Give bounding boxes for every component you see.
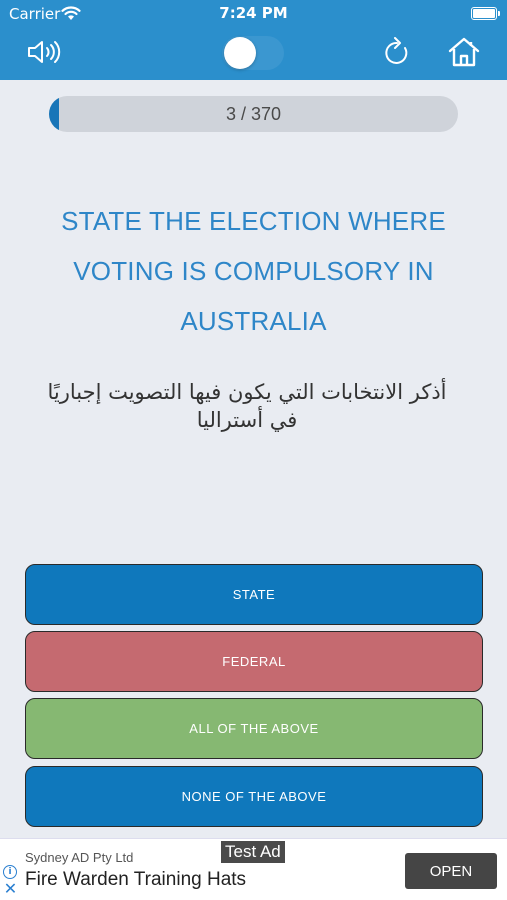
status-bar: Carrier 7:24 PM [0,0,507,28]
question-english: STATE THE ELECTION WHERE VOTING IS COMPU… [61,206,446,336]
answer-button-state[interactable]: STATE [25,564,483,625]
speaker-volume-icon [28,41,61,63]
mode-toggle[interactable] [222,36,284,70]
home-button[interactable] [444,34,484,70]
ad-info-icon[interactable]: i [3,865,17,879]
question-arabic: أذكر الانتخابات التي يكون فيها التصويت إ… [47,380,447,432]
progress-bar: 3 / 370 [49,96,458,132]
sound-button[interactable] [24,36,66,68]
home-icon [448,37,480,67]
answer-button-all-of-the-above[interactable]: ALL OF THE ABOVE [25,698,483,759]
ad-test-label: Test Ad [221,841,285,863]
battery-icon [471,7,500,20]
answer-button-none-of-the-above[interactable]: NONE OF THE ABOVE [25,766,483,827]
toggle-knob [224,37,256,69]
ad-sponsor: Sydney AD Pty Ltd [25,850,134,865]
answer-button-federal[interactable]: FEDERAL [25,631,483,692]
progress-counter: 3 / 370 [225,104,282,124]
ad-close-icon[interactable]: ✕ [3,881,18,897]
reload-icon [385,37,408,64]
ad-open-button[interactable]: OPEN [405,853,497,889]
reload-button[interactable] [378,34,416,70]
clock: 7:24 PM [219,4,288,22]
ad-title[interactable]: Fire Warden Training Hats [25,869,246,891]
top-bar: Carrier 7:24 PM [0,0,507,80]
ad-banner[interactable]: i ✕ Sydney AD Pty Ltd Fire Warden Traini… [0,838,507,900]
